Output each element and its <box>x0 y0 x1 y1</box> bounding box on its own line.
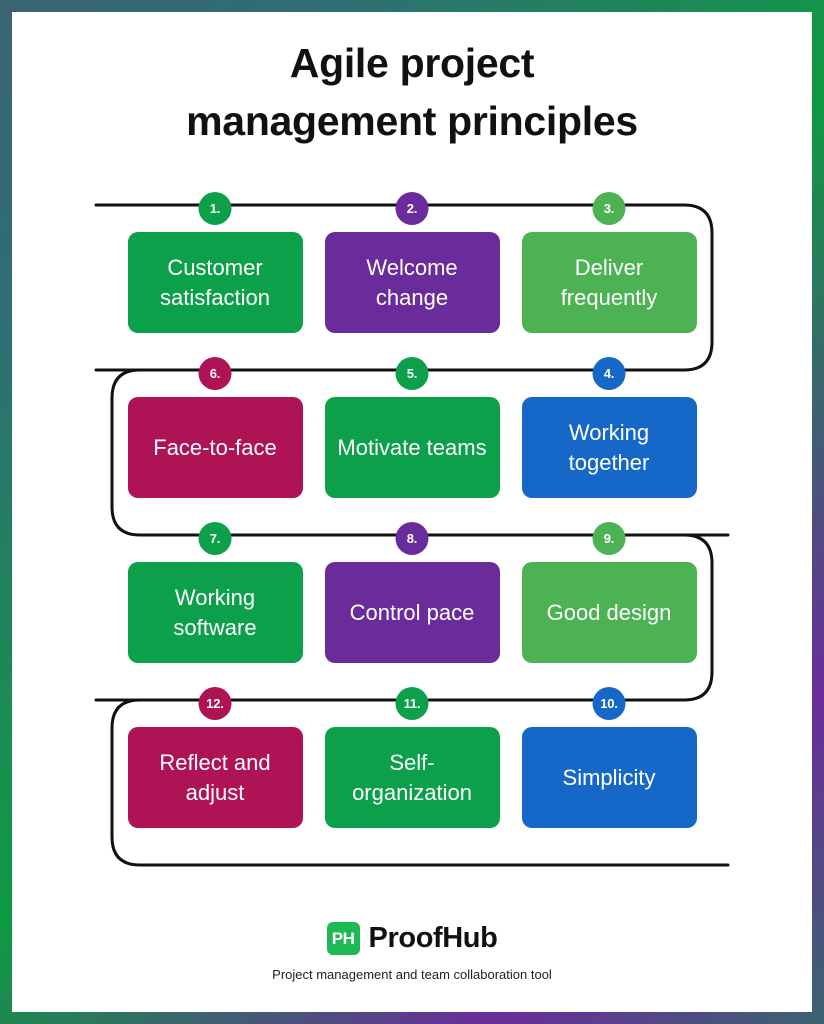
principle-box-12[interactable]: Reflect and adjust <box>127 727 303 828</box>
principle-badge-5: 5. <box>395 357 429 390</box>
principle-box-7[interactable]: Working software <box>127 562 303 663</box>
footer: PH ProofHub Project management and team … <box>12 922 812 982</box>
page-title-line-2: management principles <box>186 98 638 145</box>
principle-badge-8: 8. <box>395 522 429 555</box>
infographic-canvas: Agile project management principles 1. C… <box>12 12 812 1012</box>
principle-cell-2: 2. Welcome change <box>324 192 500 357</box>
principle-cell-12: 12. Reflect and adjust <box>127 687 303 852</box>
principle-badge-4: 4. <box>592 357 626 390</box>
principle-badge-9: 9. <box>592 522 626 555</box>
principle-cell-4: 4. Working together <box>521 357 697 522</box>
principle-cell-1: 1. Customer satisfaction <box>127 192 303 357</box>
principle-badge-1: 1. <box>198 192 232 225</box>
principle-cell-6: 6. Face-to-face <box>127 357 303 522</box>
proofhub-logo-icon: PH <box>326 922 360 955</box>
principle-box-1[interactable]: Customer satisfaction <box>127 232 303 333</box>
principle-box-3[interactable]: Deliver frequently <box>521 232 697 333</box>
principle-cell-5: 5. Motivate teams <box>324 357 500 522</box>
principle-box-10[interactable]: Simplicity <box>521 727 697 828</box>
principles-row-2: 6. Face-to-face 5. Motivate teams 4. Wor… <box>12 357 812 522</box>
principle-cell-9: 9. Good design <box>521 522 697 687</box>
principle-cell-8: 8. Control pace <box>324 522 500 687</box>
brand-name: ProofHub <box>368 922 498 954</box>
principles-row-1: 1. Customer satisfaction 2. Welcome chan… <box>12 192 812 357</box>
page-title-line-1: Agile project <box>289 40 535 86</box>
principle-cell-7: 7. Working software <box>127 522 303 687</box>
principle-box-5[interactable]: Motivate teams <box>324 397 500 498</box>
principle-box-9[interactable]: Good design <box>521 562 697 663</box>
principles-grid: 1. Customer satisfaction 2. Welcome chan… <box>12 192 812 852</box>
principle-box-8[interactable]: Control pace <box>324 562 500 663</box>
principle-badge-10: 10. <box>592 687 626 720</box>
principles-row-4: 12. Reflect and adjust 11. Self-organiza… <box>12 687 812 852</box>
principle-box-11[interactable]: Self-organization <box>324 727 500 828</box>
principle-cell-10: 10. Simplicity <box>521 687 697 852</box>
principle-badge-3: 3. <box>592 192 626 225</box>
principle-box-4[interactable]: Working together <box>521 397 697 498</box>
principle-cell-11: 11. Self-organization <box>324 687 500 852</box>
principle-badge-6: 6. <box>198 357 232 390</box>
principle-badge-7: 7. <box>198 522 232 555</box>
principle-badge-12: 12. <box>198 687 232 720</box>
principle-badge-11: 11. <box>395 687 429 720</box>
principle-box-6[interactable]: Face-to-face <box>127 397 303 498</box>
infographic-page: Agile project management principles 1. C… <box>0 0 824 1024</box>
principle-badge-2: 2. <box>395 192 429 225</box>
principle-box-2[interactable]: Welcome change <box>324 232 500 333</box>
principle-cell-3: 3. Deliver frequently <box>521 192 697 357</box>
brand-tagline: Project management and team collaboratio… <box>272 967 552 982</box>
principles-row-3: 7. Working software 8. Control pace 9. G… <box>12 522 812 687</box>
page-title: Agile project management principles <box>12 34 812 150</box>
brand-logo[interactable]: PH ProofHub <box>12 922 812 955</box>
